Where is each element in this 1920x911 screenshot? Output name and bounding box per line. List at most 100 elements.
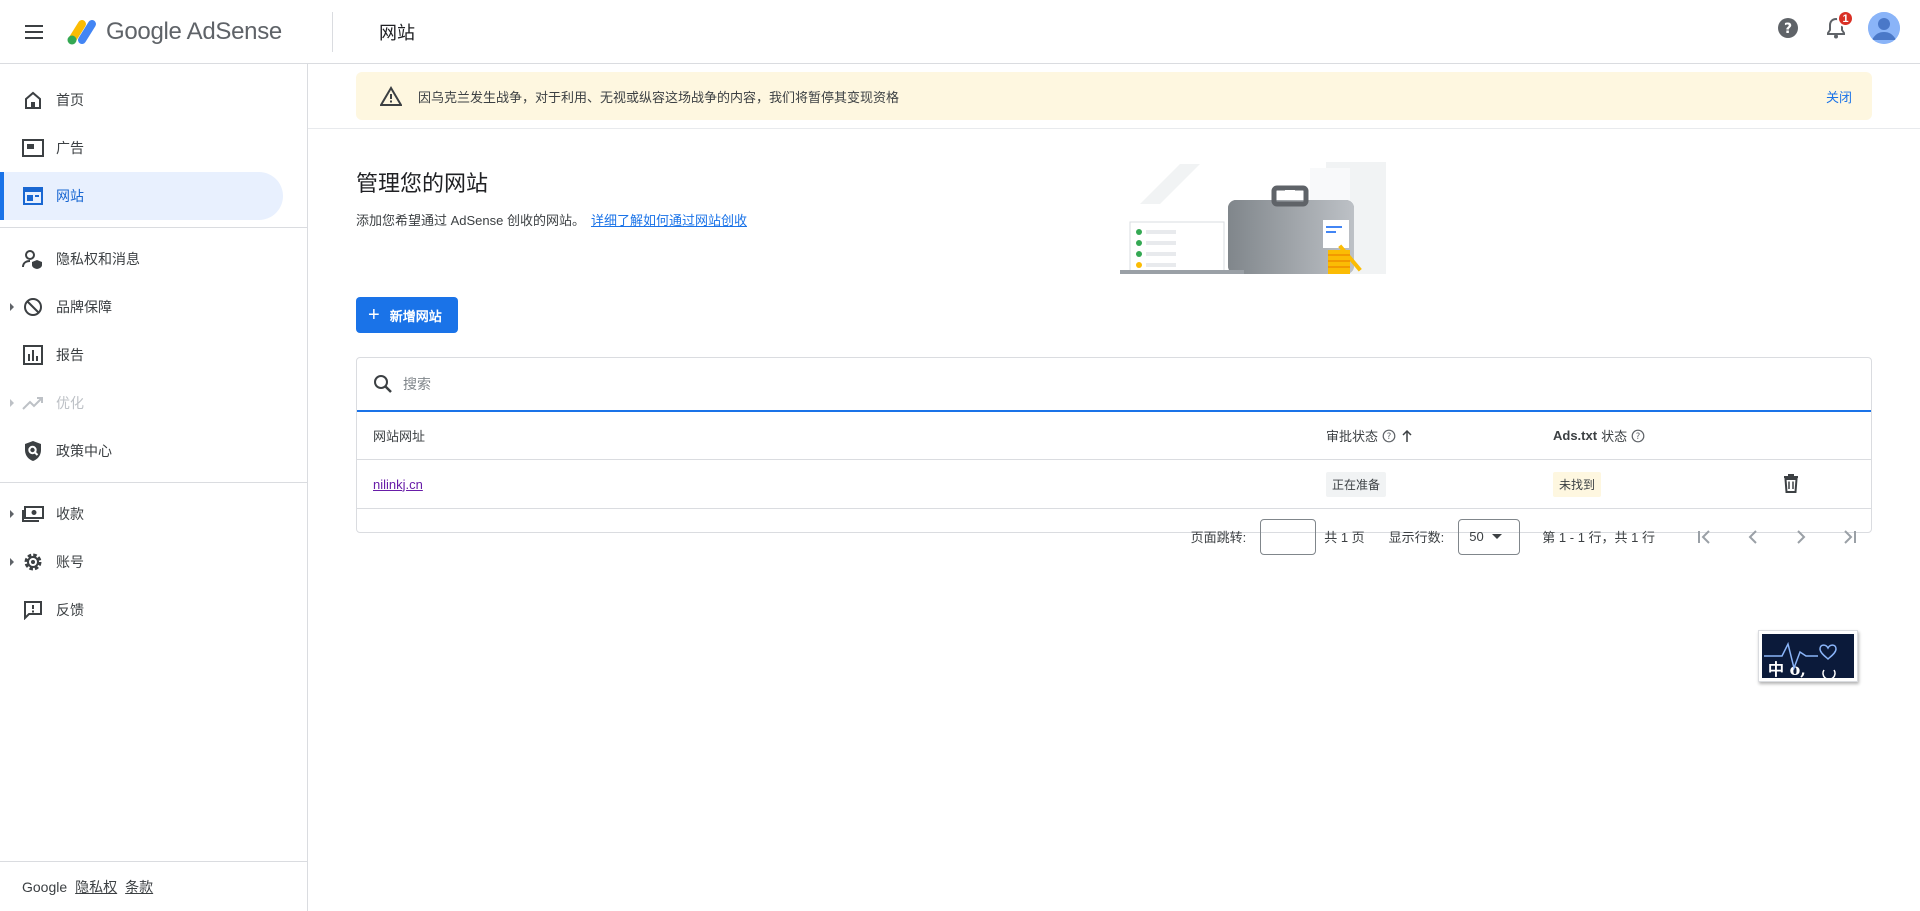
svg-text:?: ? <box>1636 432 1641 442</box>
person-shield-icon <box>22 248 44 270</box>
sidebar-divider <box>0 227 308 228</box>
banner-close-button[interactable]: 关闭 <box>1826 87 1852 106</box>
sidebar-item-sites[interactable]: 网站 <box>0 172 283 220</box>
privacy-link[interactable]: 隐私权 <box>75 877 117 897</box>
sidebar-item-reports[interactable]: 报告 <box>0 331 283 379</box>
chevron-left-icon <box>1748 529 1757 544</box>
sort-arrow-up-icon[interactable] <box>1400 429 1414 443</box>
review-status-chip: 正在准备 <box>1326 471 1387 497</box>
top-app-bar: Google AdSense 网站 ? 1 <box>0 0 1920 64</box>
sidebar-item-feedback[interactable]: 反馈 <box>0 586 283 634</box>
header-site-url[interactable]: 网站网址 <box>373 426 425 445</box>
expand-caret-icon <box>10 399 14 407</box>
notifications-button[interactable]: 1 <box>1820 10 1854 44</box>
help-icon: ? <box>1778 18 1798 38</box>
subtitle-text: 添加您希望通过 AdSense 创收的网站。 <box>356 213 585 228</box>
header-review-label: 审批状态 <box>1326 429 1379 444</box>
prev-page-button[interactable] <box>1741 525 1765 549</box>
sidebar-item-label: 账号 <box>56 554 84 570</box>
sidebar-item-label: 广告 <box>56 140 84 156</box>
svg-text:?: ? <box>1784 21 1792 37</box>
chevron-right-icon <box>1797 529 1806 544</box>
last-page-button[interactable] <box>1837 525 1861 549</box>
sidebar-nav: 首页 广告 网站 隐私权和消息 品牌保障 报告 优化 政策中心 收款 账号 反馈… <box>0 64 308 911</box>
sidebar-item-label: 报告 <box>56 347 84 363</box>
rows-per-page-label: 显示行数: <box>1388 530 1445 545</box>
logo-text: Google AdSense <box>106 17 282 45</box>
home-icon <box>22 89 44 111</box>
rows-per-page-value: 50 <box>1469 529 1484 544</box>
help-circle-icon[interactable]: ? <box>1382 429 1396 443</box>
sidebar-item-optimization[interactable]: 优化 <box>0 379 283 427</box>
page-heading: 网站 <box>378 22 415 43</box>
banner-text: 因乌克兰发生战争，对于利用、无视或纵容这场战争的内容，我们将暂停其变现资格 <box>418 89 900 105</box>
warning-icon <box>380 86 402 106</box>
trending-up-icon <box>22 392 44 414</box>
avatar-icon <box>1868 12 1900 44</box>
sites-illustration <box>1120 162 1386 274</box>
total-pages-text: 共 1 页 <box>1324 530 1365 545</box>
help-circle-icon[interactable]: ? <box>1631 429 1645 443</box>
header-review-status[interactable]: 审批状态 ? <box>1326 426 1414 445</box>
sidebar-item-label: 政策中心 <box>56 443 112 459</box>
sites-icon <box>22 185 44 207</box>
search-input[interactable] <box>403 376 1803 392</box>
sidebar-item-policy-center[interactable]: 政策中心 <box>0 427 283 475</box>
ime-toolbar[interactable]: 中 o, <box>1758 630 1858 682</box>
first-page-icon <box>1698 529 1710 544</box>
banner-divider <box>308 128 1920 129</box>
terms-link[interactable]: 条款 <box>125 877 153 897</box>
search-bar <box>357 358 1871 412</box>
sidebar-item-brand-safety[interactable]: 品牌保障 <box>0 283 283 331</box>
expand-caret-icon <box>10 510 14 518</box>
add-site-label: 新增网站 <box>389 308 442 324</box>
header-ads-txt-status[interactable]: Ads.txt 状态 ? <box>1553 426 1645 445</box>
sidebar-item-home[interactable]: 首页 <box>0 76 283 124</box>
sidebar-item-label: 网站 <box>56 188 84 204</box>
sidebar-item-label: 首页 <box>56 92 84 108</box>
sidebar-item-label: 隐私权和消息 <box>56 251 140 267</box>
page-subtitle: 添加您希望通过 AdSense 创收的网站。 详细了解如何通过网站创收 <box>356 210 747 229</box>
sidebar-divider <box>0 482 308 483</box>
block-icon <box>22 296 44 318</box>
header-ads-txt-bold: Ads.txt <box>1553 428 1598 443</box>
help-button[interactable]: ? <box>1772 12 1804 44</box>
page-title: 管理您的网站 <box>356 171 489 196</box>
main-menu-button[interactable] <box>10 8 58 56</box>
gear-icon <box>22 551 44 573</box>
add-site-button[interactable]: + 新增网站 <box>356 297 458 333</box>
sidebar-item-account[interactable]: 账号 <box>0 538 283 586</box>
notification-badge: 1 <box>1837 10 1854 27</box>
sidebar-item-payments[interactable]: 收款 <box>0 490 283 538</box>
adsense-logo[interactable]: Google AdSense <box>64 18 282 46</box>
main-content: 因乌克兰发生战争，对于利用、无视或纵容这场战争的内容，我们将暂停其变现资格 关闭… <box>308 64 1920 911</box>
expand-caret-icon <box>10 303 14 311</box>
delete-site-button[interactable] <box>1783 473 1799 496</box>
sidebar-item-label: 反馈 <box>56 602 84 618</box>
table-row: nilinkj.cn 正在准备 未找到 <box>357 460 1871 509</box>
next-page-button[interactable] <box>1789 525 1813 549</box>
ime-panel: 中 o, <box>1762 634 1854 679</box>
sidebar-item-label: 收款 <box>56 506 84 522</box>
policy-shield-icon <box>22 440 44 462</box>
rows-per-page-select[interactable]: 50 <box>1458 518 1521 555</box>
sites-table-card: 网站网址 审批状态 ? Ads.txt 状态 ? nilinkj.cn 正在准备… <box>356 357 1872 555</box>
first-page-button[interactable] <box>1693 525 1717 549</box>
ads-txt-status-chip: 未找到 <box>1553 471 1602 497</box>
footer-google: Google <box>22 878 68 895</box>
page-jump-input[interactable] <box>1260 518 1317 555</box>
plus-icon: + <box>368 304 380 326</box>
sidebar-item-privacy-messaging[interactable]: 隐私权和消息 <box>0 235 283 283</box>
adsense-logo-icon <box>67 19 96 44</box>
bar-chart-icon <box>22 344 44 366</box>
ads-icon <box>22 137 44 159</box>
trash-icon <box>1784 473 1798 493</box>
account-avatar[interactable] <box>1868 12 1900 44</box>
payments-icon <box>22 503 44 525</box>
sidebar-item-ads[interactable]: 广告 <box>0 124 283 172</box>
table-header: 网站网址 审批状态 ? Ads.txt 状态 ? <box>357 412 1871 460</box>
header-ads-txt-suffix: 状态 <box>1601 429 1628 444</box>
site-url-link[interactable]: nilinkj.cn <box>373 477 423 492</box>
table-pagination: 页面跳转: 共 1 页 显示行数: 50 第 1 - 1 行，共 1 行 <box>357 509 1871 564</box>
learn-more-link[interactable]: 详细了解如何通过网站创收 <box>591 213 747 228</box>
